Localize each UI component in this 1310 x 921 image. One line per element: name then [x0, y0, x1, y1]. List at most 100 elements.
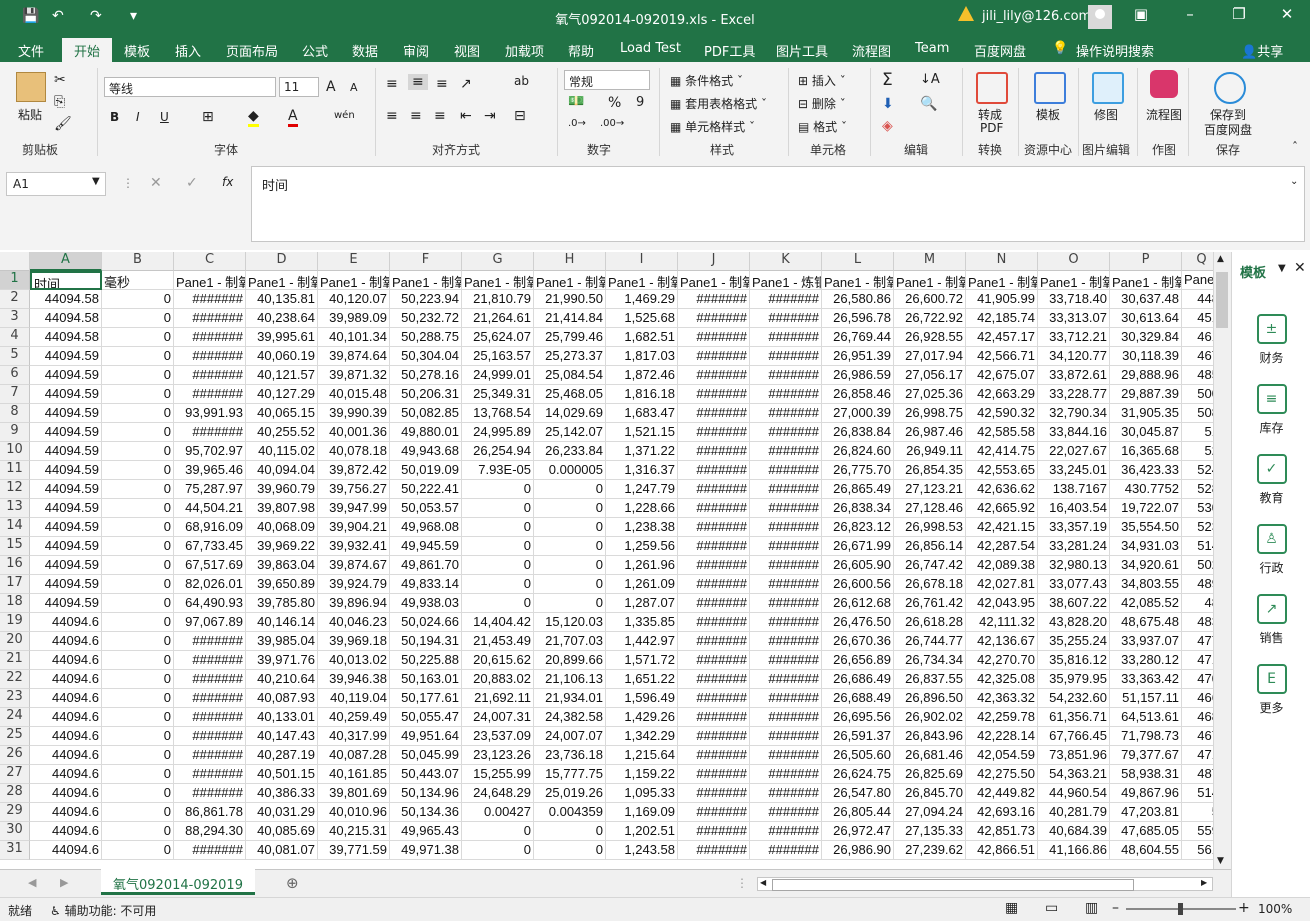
table-cell[interactable]: 42,866.51 [966, 841, 1038, 860]
table-cell[interactable]: 44094.59 [30, 575, 102, 594]
scroll-right-icon[interactable]: ▶ [1201, 878, 1207, 887]
table-cell[interactable]: 42,136.67 [966, 632, 1038, 651]
table-cell[interactable]: 26,624.75 [822, 765, 894, 784]
table-cell[interactable]: 24,648.29 [462, 784, 534, 803]
conditional-formatting-button[interactable]: ▦ 条件格式 ˇ [670, 72, 743, 89]
table-cell[interactable]: 42,553.65 [966, 461, 1038, 480]
template-button[interactable]: 模板 [1036, 106, 1060, 123]
row-header[interactable]: 20 [0, 632, 30, 651]
table-cell[interactable]: 0 [102, 841, 174, 860]
table-cell[interactable]: 29,888.96 [1110, 366, 1182, 385]
table-cell[interactable]: 44094.59 [30, 404, 102, 423]
pane-close-icon[interactable]: ✕ [1294, 260, 1306, 276]
table-cell[interactable]: 1,816.18 [606, 385, 678, 404]
row-header[interactable]: 31 [0, 841, 30, 860]
enter-icon[interactable]: ✓ [186, 175, 198, 191]
table-cell[interactable]: 21,414.84 [534, 309, 606, 328]
table-cell[interactable]: 24,999.01 [462, 366, 534, 385]
table-cell[interactable]: 1,316.37 [606, 461, 678, 480]
table-cell[interactable]: 26,824.60 [822, 442, 894, 461]
row-header[interactable]: 2 [0, 290, 30, 309]
table-cell[interactable]: 39,904.21 [318, 518, 390, 537]
table-cell[interactable]: 1,872.46 [606, 366, 678, 385]
table-cell[interactable]: 40,013.02 [318, 651, 390, 670]
table-cell[interactable]: 25,273.37 [534, 347, 606, 366]
table-cell[interactable]: 34,931.03 [1110, 537, 1182, 556]
underline-button[interactable]: U [160, 110, 169, 124]
table-cell[interactable]: ####### [750, 461, 822, 480]
header-cell[interactable]: Pane1 - 制氧 [174, 271, 246, 290]
table-cell[interactable]: 42,287.54 [966, 537, 1038, 556]
row-header[interactable]: 19 [0, 613, 30, 632]
table-cell[interactable]: 0 [102, 689, 174, 708]
table-cell[interactable]: 73,851.96 [1038, 746, 1110, 765]
table-cell[interactable]: ####### [678, 803, 750, 822]
header-cell[interactable]: Pane1 - 炼钢 [750, 271, 822, 290]
table-cell[interactable]: 49,867.96 [1110, 784, 1182, 803]
zoom-out-icon[interactable]: – [1112, 900, 1119, 916]
table-cell[interactable]: 1,429.26 [606, 708, 678, 727]
table-cell[interactable]: 40,287.19 [246, 746, 318, 765]
table-cell[interactable]: 42,275.50 [966, 765, 1038, 784]
table-cell[interactable]: 26,858.46 [822, 385, 894, 404]
cancel-icon[interactable]: ✕ [150, 175, 162, 191]
table-cell[interactable]: 32,980.13 [1038, 556, 1110, 575]
row-header[interactable]: 8 [0, 404, 30, 423]
table-cell[interactable]: 42,675.07 [966, 366, 1038, 385]
page-break-view-icon[interactable]: ▥ [1085, 900, 1098, 916]
align-middle-icon[interactable]: ≡ [408, 74, 428, 90]
header-cell[interactable]: Pane1 - 制氧 [1038, 271, 1110, 290]
table-cell[interactable]: 42,185.74 [966, 309, 1038, 328]
cell-styles-button[interactable]: ▦ 单元格样式 ˇ [670, 118, 755, 135]
table-cell[interactable]: 1,371.22 [606, 442, 678, 461]
table-cell[interactable]: 1,228.66 [606, 499, 678, 518]
save-to-cloud-sublabel[interactable]: 百度网盘 [1204, 121, 1252, 138]
table-cell[interactable]: 44,960.54 [1038, 784, 1110, 803]
table-cell[interactable]: 13,768.54 [462, 404, 534, 423]
table-cell[interactable]: 44094.6 [30, 632, 102, 651]
table-cell[interactable]: ####### [174, 309, 246, 328]
column-header[interactable]: I [606, 252, 678, 271]
table-cell[interactable]: 0 [534, 841, 606, 860]
table-cell[interactable]: 0 [534, 822, 606, 841]
table-cell[interactable]: 0 [462, 575, 534, 594]
table-cell[interactable]: 50,225.88 [390, 651, 462, 670]
zoom-in-icon[interactable]: + [1238, 900, 1250, 916]
table-cell[interactable]: 0 [102, 518, 174, 537]
table-cell[interactable]: 33,281.24 [1038, 537, 1110, 556]
row-header[interactable]: 27 [0, 765, 30, 784]
table-cell[interactable]: ####### [678, 385, 750, 404]
table-cell[interactable]: 49,943.68 [390, 442, 462, 461]
table-cell[interactable]: 39,785.80 [246, 594, 318, 613]
table-cell[interactable]: 35,255.24 [1038, 632, 1110, 651]
table-cell[interactable]: ####### [750, 499, 822, 518]
table-cell[interactable]: 50,206.31 [390, 385, 462, 404]
table-cell[interactable]: 26,744.77 [894, 632, 966, 651]
table-cell[interactable]: 0 [462, 594, 534, 613]
table-cell[interactable]: ####### [678, 309, 750, 328]
tab-picture-tools[interactable]: 图片工具 [776, 41, 828, 60]
table-cell[interactable]: 1,817.03 [606, 347, 678, 366]
fill-icon[interactable]: ⬇ [882, 96, 894, 112]
table-cell[interactable]: 49,938.03 [390, 594, 462, 613]
table-cell[interactable]: 44094.58 [30, 328, 102, 347]
horizontal-scrollbar[interactable]: ◀ ▶ [757, 877, 1213, 891]
table-cell[interactable]: 40,085.69 [246, 822, 318, 841]
table-cell[interactable]: 30,045.87 [1110, 423, 1182, 442]
table-cell[interactable]: ####### [174, 708, 246, 727]
column-header[interactable]: N [966, 252, 1038, 271]
table-cell[interactable]: 44094.59 [30, 347, 102, 366]
column-header[interactable]: P [1110, 252, 1182, 271]
table-cell[interactable]: 21,692.11 [462, 689, 534, 708]
table-cell[interactable]: 27,128.46 [894, 499, 966, 518]
scroll-up-icon[interactable]: ▲ [1217, 254, 1224, 264]
table-cell[interactable]: 1,243.58 [606, 841, 678, 860]
table-cell[interactable]: ####### [750, 537, 822, 556]
row-header[interactable]: 4 [0, 328, 30, 347]
table-cell[interactable]: 16,403.54 [1038, 499, 1110, 518]
table-cell[interactable]: 26,949.11 [894, 442, 966, 461]
tell-me-search[interactable]: 操作说明搜索 [1076, 41, 1154, 60]
table-cell[interactable]: 0 [102, 499, 174, 518]
table-cell[interactable]: ####### [678, 404, 750, 423]
table-cell[interactable]: 1,169.09 [606, 803, 678, 822]
